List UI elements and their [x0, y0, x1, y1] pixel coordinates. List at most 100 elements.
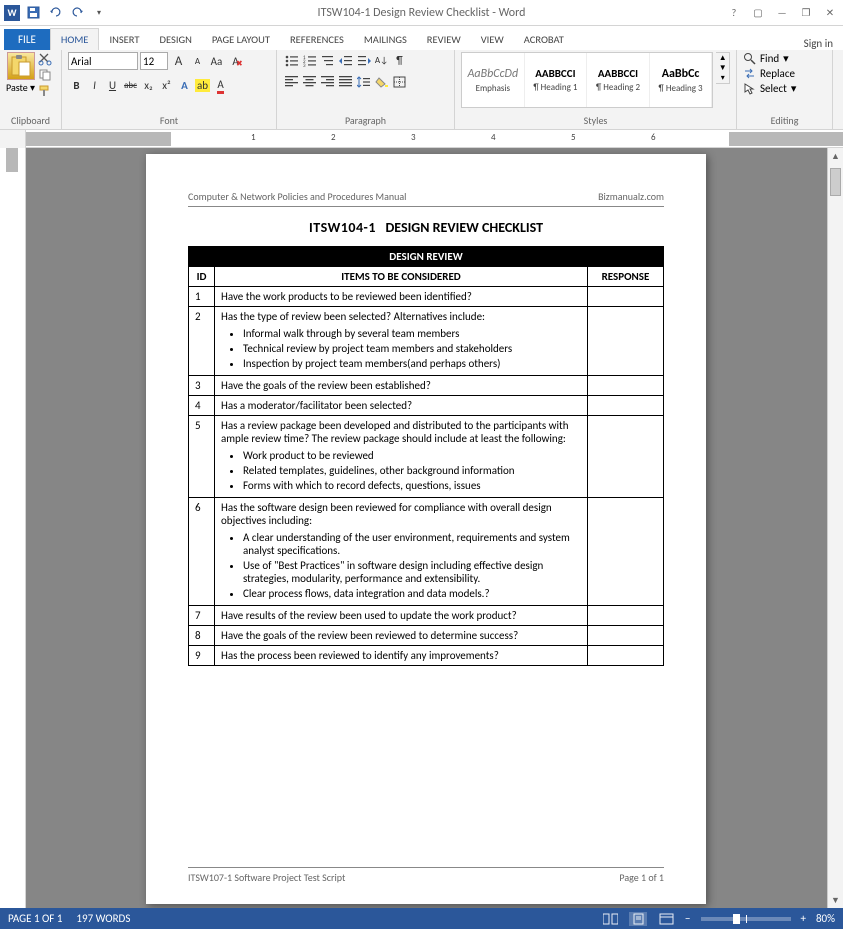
- font-size-select[interactable]: [140, 52, 168, 70]
- zoom-level[interactable]: 80%: [816, 912, 835, 925]
- font-name-select[interactable]: [68, 52, 138, 70]
- row-item: Have the work products to be reviewed be…: [215, 287, 588, 307]
- style-heading-1[interactable]: AABBCCI ¶ Heading 1: [525, 53, 588, 107]
- sign-in-link[interactable]: Sign in: [804, 37, 833, 50]
- change-case-icon[interactable]: Aa: [208, 53, 225, 70]
- tab-view[interactable]: VIEW: [471, 29, 514, 50]
- vertical-ruler[interactable]: [0, 148, 26, 908]
- shading-icon[interactable]: [373, 73, 390, 90]
- header-left: Computer & Network Policies and Procedur…: [188, 190, 406, 203]
- row-id: 2: [189, 307, 215, 376]
- grow-font-icon[interactable]: A: [170, 53, 187, 70]
- scroll-down-icon[interactable]: ▼: [828, 892, 843, 908]
- styles-scroll-down-icon[interactable]: ▼: [716, 63, 729, 73]
- zoom-slider[interactable]: [701, 917, 791, 921]
- superscript-button[interactable]: x²: [158, 77, 175, 94]
- print-layout-icon[interactable]: [629, 912, 647, 926]
- copy-icon[interactable]: [38, 68, 52, 82]
- redo-icon[interactable]: [68, 4, 86, 22]
- align-right-icon[interactable]: [319, 73, 336, 90]
- tab-insert[interactable]: INSERT: [99, 29, 149, 50]
- zoom-out-button[interactable]: −: [685, 912, 690, 925]
- select-button[interactable]: Select ▾: [743, 82, 796, 95]
- header-right: Bizmanualz.com: [598, 190, 664, 203]
- sort-icon[interactable]: A↓: [373, 52, 390, 69]
- styles-scroll-up-icon[interactable]: ▲: [716, 53, 729, 63]
- group-label-styles: Styles: [461, 114, 730, 129]
- tab-acrobat[interactable]: ACROBAT: [514, 29, 574, 50]
- tab-home[interactable]: HOME: [50, 28, 100, 50]
- numbering-icon[interactable]: 123: [301, 52, 318, 69]
- row-item: Have the goals of the review been review…: [215, 626, 588, 646]
- strikethrough-button[interactable]: abc: [122, 77, 139, 94]
- tab-mailings[interactable]: MAILINGS: [354, 29, 417, 50]
- cut-icon[interactable]: [38, 52, 52, 66]
- vertical-scrollbar[interactable]: ▲ ▼: [827, 148, 843, 908]
- web-layout-icon[interactable]: [657, 912, 675, 926]
- clear-formatting-icon[interactable]: A✖: [227, 53, 244, 70]
- tab-page-layout[interactable]: PAGE LAYOUT: [202, 29, 280, 50]
- styles-expand-icon[interactable]: ▾: [716, 73, 729, 83]
- ribbon-display-icon[interactable]: ▢: [747, 3, 769, 23]
- paste-button[interactable]: Paste ▾: [6, 81, 35, 94]
- table-row: 9Has the process been reviewed to identi…: [189, 646, 664, 666]
- format-painter-icon[interactable]: [38, 84, 52, 98]
- zoom-in-button[interactable]: +: [801, 912, 806, 925]
- style-heading-2[interactable]: AABBCCI ¶ Heading 2: [587, 53, 650, 107]
- page-count[interactable]: PAGE 1 OF 1: [8, 912, 62, 925]
- text-effects-icon[interactable]: A: [176, 77, 193, 94]
- line-spacing-icon[interactable]: [355, 73, 372, 90]
- style-emphasis[interactable]: AaBbCcDd Emphasis: [462, 53, 525, 107]
- word-count[interactable]: 197 WORDS: [76, 912, 130, 925]
- scroll-up-icon[interactable]: ▲: [828, 148, 843, 164]
- multilevel-list-icon[interactable]: [319, 52, 336, 69]
- bold-button[interactable]: B: [68, 77, 85, 94]
- read-mode-icon[interactable]: [601, 912, 619, 926]
- italic-button[interactable]: I: [86, 77, 103, 94]
- help-icon[interactable]: ?: [723, 3, 745, 23]
- increase-indent-icon[interactable]: [355, 52, 372, 69]
- select-icon: [743, 82, 756, 95]
- horizontal-ruler[interactable]: 1 2 3 4 5 6: [0, 130, 843, 148]
- font-color-icon[interactable]: A: [212, 77, 229, 94]
- document-page[interactable]: Computer & Network Policies and Procedur…: [146, 154, 706, 904]
- col-items: ITEMS TO BE CONSIDERED: [215, 267, 588, 287]
- group-paragraph: 123 A↓ ¶ Paragraph: [277, 50, 455, 129]
- tab-design[interactable]: DESIGN: [150, 29, 202, 50]
- styles-gallery[interactable]: AaBbCcDd Emphasis AABBCCI ¶ Heading 1 AA…: [461, 52, 713, 108]
- document-area: Computer & Network Policies and Procedur…: [0, 148, 843, 908]
- highlight-icon[interactable]: ab: [194, 77, 211, 94]
- qat-customize-icon[interactable]: ▾: [90, 4, 108, 22]
- find-icon: [743, 52, 756, 65]
- show-marks-icon[interactable]: ¶: [391, 52, 408, 69]
- decrease-indent-icon[interactable]: [337, 52, 354, 69]
- row-id: 5: [189, 416, 215, 498]
- restore-icon[interactable]: ❐: [795, 3, 817, 23]
- page-footer: ITSW107-1 Software Project Test Script P…: [188, 867, 664, 884]
- tab-review[interactable]: REVIEW: [417, 29, 471, 50]
- borders-icon[interactable]: [391, 73, 408, 90]
- row-item: Has the type of review been selected? Al…: [215, 307, 588, 376]
- file-tab[interactable]: FILE: [4, 29, 50, 50]
- page-surface[interactable]: Computer & Network Policies and Procedur…: [26, 148, 827, 908]
- tab-references[interactable]: REFERENCES: [280, 29, 354, 50]
- find-button[interactable]: Find ▾: [743, 52, 796, 65]
- close-icon[interactable]: ✕: [819, 3, 841, 23]
- scroll-thumb[interactable]: [830, 168, 841, 196]
- paste-icon[interactable]: [7, 52, 35, 80]
- group-label-editing: Editing: [743, 114, 826, 129]
- subscript-button[interactable]: x₂: [140, 77, 157, 94]
- justify-icon[interactable]: [337, 73, 354, 90]
- group-label-clipboard: Clipboard: [6, 114, 55, 129]
- style-heading-3[interactable]: AaBbCc ¶ Heading 3: [650, 53, 713, 107]
- align-left-icon[interactable]: [283, 73, 300, 90]
- undo-icon[interactable]: [46, 4, 64, 22]
- replace-button[interactable]: Replace: [743, 67, 796, 80]
- col-response: RESPONSE: [588, 267, 664, 287]
- shrink-font-icon[interactable]: A: [189, 53, 206, 70]
- align-center-icon[interactable]: [301, 73, 318, 90]
- save-icon[interactable]: [24, 4, 42, 22]
- underline-button[interactable]: U: [104, 77, 121, 94]
- minimize-icon[interactable]: —: [771, 3, 793, 23]
- bullets-icon[interactable]: [283, 52, 300, 69]
